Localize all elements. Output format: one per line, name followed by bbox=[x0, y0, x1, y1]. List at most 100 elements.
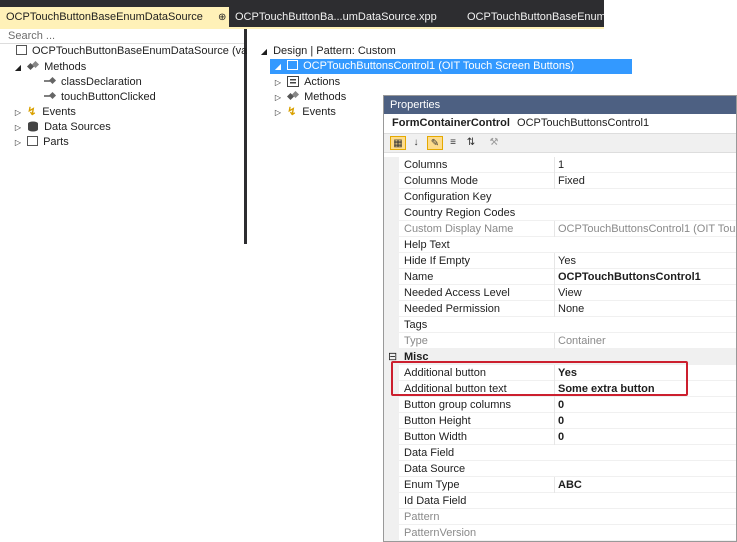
collapsed-triangle-icon[interactable]: ▷ bbox=[272, 75, 284, 90]
property-row[interactable]: PatternVersion bbox=[384, 525, 736, 541]
property-row[interactable]: Button Height 0 bbox=[384, 413, 736, 429]
property-value[interactable]: 0 bbox=[554, 413, 736, 429]
row-gutter bbox=[384, 461, 399, 477]
row-gutter bbox=[384, 237, 399, 253]
property-value[interactable]: ABC bbox=[554, 477, 736, 493]
property-name: Pattern bbox=[404, 511, 440, 523]
property-row[interactable]: Button Width 0 bbox=[384, 429, 736, 445]
pin-icon[interactable]: ⊕ bbox=[218, 7, 226, 28]
property-value[interactable]: None bbox=[554, 301, 736, 317]
wrench-icon[interactable]: ⚒ bbox=[486, 136, 502, 150]
property-value[interactable]: OCPTouchButtonsControl1 bbox=[554, 269, 736, 285]
property-name: Id Data Field bbox=[404, 495, 467, 507]
tree-item-touch-button-clicked[interactable]: touchButtonClicked bbox=[44, 90, 156, 105]
row-gutter bbox=[384, 429, 399, 445]
expanded-triangle-icon[interactable]: ◢ bbox=[272, 59, 284, 74]
properties-view-icon[interactable]: ✎ bbox=[427, 136, 443, 150]
property-row[interactable]: Columns 1 bbox=[384, 157, 736, 173]
properties-title-bar: Properties bbox=[384, 96, 736, 114]
tree-item-data-sources[interactable]: ▷ Data Sources bbox=[12, 120, 111, 135]
tree-item-events-right[interactable]: ▷ ↯ Events bbox=[272, 105, 336, 120]
property-name: Button group columns bbox=[404, 399, 512, 411]
tree-item-methods-right[interactable]: ▷ Methods bbox=[272, 90, 346, 105]
property-value[interactable]: 0 bbox=[554, 429, 736, 445]
property-value[interactable]: 0 bbox=[554, 397, 736, 413]
row-gutter bbox=[384, 285, 399, 301]
alphabetical-icon[interactable]: ↓ bbox=[408, 136, 424, 150]
events-view-icon[interactable]: ≡ bbox=[445, 136, 461, 150]
tree-item-methods[interactable]: ◢ Methods bbox=[12, 60, 86, 75]
property-row[interactable]: Hide If Empty Yes bbox=[384, 253, 736, 269]
tab-label: OCPTouchButtonBaseEnumD bbox=[467, 11, 604, 23]
selected-object-header: FormContainerControl OCPTouchButtonsCont… bbox=[384, 114, 736, 132]
property-name: Name bbox=[404, 271, 434, 283]
property-row[interactable]: Enum Type ABC bbox=[384, 477, 736, 493]
tree-item-label: touchButtonClicked bbox=[61, 91, 156, 103]
row-gutter bbox=[384, 317, 399, 333]
property-value[interactable]: Fixed bbox=[554, 173, 736, 189]
tree-item-label: Events bbox=[302, 106, 336, 118]
row-gutter bbox=[384, 397, 399, 413]
property-value[interactable]: Yes bbox=[554, 253, 736, 269]
property-row[interactable]: Country Region Codes bbox=[384, 205, 736, 221]
collapsed-triangle-icon[interactable]: ▷ bbox=[272, 105, 284, 120]
tree-item-label: Methods bbox=[44, 61, 87, 73]
property-row[interactable]: Name OCPTouchButtonsControl1 bbox=[384, 269, 736, 285]
row-gutter bbox=[384, 413, 399, 429]
expanded-triangle-icon[interactable]: ◢ bbox=[258, 44, 270, 59]
tree-item-label: Parts bbox=[43, 136, 69, 148]
tab-label: OCPTouchButtonBaseEnumDataSource bbox=[6, 11, 203, 23]
tab-xpp-source[interactable]: OCPTouchButtonBa...umDataSource.xpp bbox=[229, 7, 461, 28]
row-gutter bbox=[384, 189, 399, 205]
property-row[interactable]: Needed Permission None bbox=[384, 301, 736, 317]
design-node[interactable]: ◢ Design | Pattern: Custom bbox=[258, 44, 396, 59]
property-row[interactable]: Tags bbox=[384, 317, 736, 333]
tab-ocp-touch-button-base-enum[interactable]: OCPTouchButtonBaseEnumD bbox=[461, 7, 604, 28]
control-icon bbox=[287, 60, 299, 70]
collapsed-triangle-icon[interactable]: ▷ bbox=[12, 105, 24, 120]
property-value[interactable]: View bbox=[554, 285, 736, 301]
search-input[interactable]: Search ... bbox=[0, 29, 244, 44]
row-gutter bbox=[384, 509, 399, 525]
collapsed-triangle-icon[interactable]: ▷ bbox=[12, 120, 24, 135]
properties-window: Properties FormContainerControl OCPTouch… bbox=[383, 95, 737, 542]
tree-item-events[interactable]: ▷ ↯ Events bbox=[12, 105, 76, 120]
property-value[interactable]: 1 bbox=[554, 157, 736, 173]
design-label: Design | Pattern: Custom bbox=[273, 45, 396, 57]
property-row[interactable]: Custom Display Name OCPTouchButtonsContro… bbox=[384, 221, 736, 237]
tree-item-actions[interactable]: ▷ Actions bbox=[272, 75, 340, 90]
property-row[interactable]: Needed Access Level View bbox=[384, 285, 736, 301]
tree-item-touch-buttons-control[interactable]: ◢ OCPTouchButtonsControl1 (OIT Touch Scr… bbox=[270, 59, 632, 74]
property-value[interactable]: Container bbox=[554, 333, 736, 349]
tree-item-label: Methods bbox=[304, 91, 347, 103]
tree-item-label: classDeclaration bbox=[61, 76, 142, 88]
tree-item-form-root[interactable]: OCPTouchButtonBaseEnumDataSource (var) bbox=[4, 44, 255, 59]
property-row[interactable]: Columns Mode Fixed bbox=[384, 173, 736, 189]
property-row[interactable]: Type Container bbox=[384, 333, 736, 349]
tab-ocp-touch-button-base-enum-datasource[interactable]: OCPTouchButtonBaseEnumDataSource ⊕ ✕ bbox=[0, 7, 245, 28]
property-row[interactable]: Id Data Field bbox=[384, 493, 736, 509]
row-gutter bbox=[384, 253, 399, 269]
row-gutter bbox=[384, 477, 399, 493]
expanded-triangle-icon[interactable]: ◢ bbox=[12, 60, 24, 75]
property-row[interactable]: Help Text bbox=[384, 237, 736, 253]
property-row[interactable]: Configuration Key bbox=[384, 189, 736, 205]
collapsed-triangle-icon[interactable]: ▷ bbox=[272, 90, 284, 105]
categorized-icon[interactable]: ▦ bbox=[390, 136, 406, 150]
tree-item-label: Events bbox=[42, 106, 76, 118]
row-gutter bbox=[384, 173, 399, 189]
event-icon: ↯ bbox=[287, 106, 297, 118]
property-row[interactable]: Data Source bbox=[384, 461, 736, 477]
property-value[interactable]: OCPTouchButtonsControl1 (OIT Touch bbox=[554, 221, 736, 237]
tree-item-parts[interactable]: ▷ Parts bbox=[12, 135, 69, 150]
property-row[interactable]: Pattern bbox=[384, 509, 736, 525]
highlight-box bbox=[391, 361, 688, 396]
tree-item-label: OCPTouchButtonsControl1 (OIT Touch Scree… bbox=[303, 60, 575, 72]
property-name: Button Width bbox=[404, 431, 467, 443]
collapsed-triangle-icon[interactable]: ▷ bbox=[12, 135, 24, 150]
property-row[interactable]: Button group columns 0 bbox=[384, 397, 736, 413]
property-row[interactable]: Data Field bbox=[384, 445, 736, 461]
sort-icon[interactable]: ⇅ bbox=[463, 136, 479, 150]
document-tab-strip: OCPTouchButtonBaseEnumDataSource ⊕ ✕ OCP… bbox=[0, 0, 604, 28]
tree-item-class-declaration[interactable]: classDeclaration bbox=[44, 75, 142, 90]
